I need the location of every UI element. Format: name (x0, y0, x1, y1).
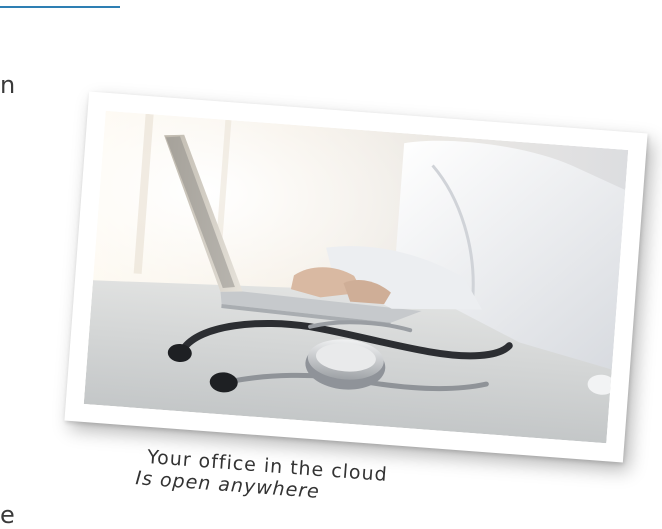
cut-off-text-bottom: e (0, 501, 15, 529)
doctor-laptop-photo (83, 110, 629, 444)
polaroid-card (64, 91, 648, 463)
page: n e Your office in the cloud Is open any… (0, 0, 662, 529)
top-accent-rule (0, 6, 120, 8)
cut-off-text-top: n (0, 71, 16, 99)
photo-caption: Your office in the cloud Is open anywher… (135, 446, 487, 515)
photo-illustration (83, 110, 629, 444)
